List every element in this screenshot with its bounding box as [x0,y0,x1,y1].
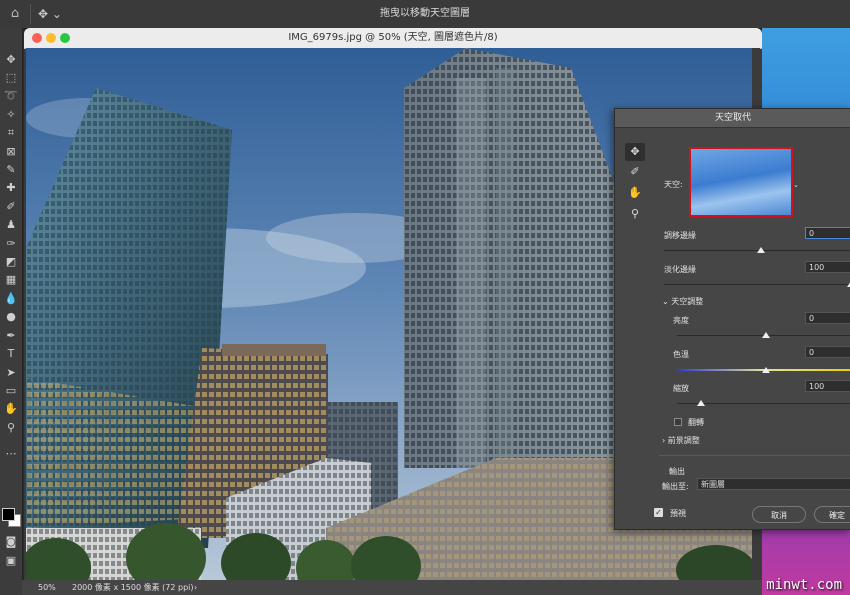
screen-mode-icon[interactable]: ▣ [3,553,19,569]
temperature-label: 色溫 [673,350,689,359]
fade-edge-input[interactable]: 100 [805,261,850,273]
tools-panel: ✥ ⬚ ➰ ✧ ⌗ ⊠ ✎ ✚ ✐ ♟ ✑ ◩ ▦ 💧 ● ✒ T ➤ ▭ ✋ … [0,28,23,595]
fade-edge-slider[interactable] [664,284,850,285]
flip-checkbox[interactable] [674,418,682,426]
flip-label: 翻轉 [688,418,704,427]
blur-icon[interactable]: 💧 [3,291,19,307]
chevron-right-icon: › [662,436,666,445]
fade-edge-label: 淡化邊緣 [664,265,696,274]
crop-icon[interactable]: ⌗ [3,125,19,141]
move-icon[interactable]: ✥ [3,52,19,68]
dialog-title: 天空取代 [615,109,850,128]
lasso-icon[interactable]: ➰ [3,88,19,104]
type-icon[interactable]: T [3,346,19,362]
healing-icon[interactable]: ✚ [3,180,19,196]
drag-hint-text: 拖曳以移動天空圖層 [380,8,470,19]
chevron-down-icon[interactable]: ⌄ [793,181,799,189]
magic-wand-icon[interactable]: ✧ [3,107,19,123]
output-label: 輸出 [669,467,685,476]
eyedropper-icon[interactable]: ✎ [3,162,19,178]
zoom-icon[interactable]: ⚲ [3,420,19,436]
gradient-icon[interactable]: ▦ [3,272,19,288]
document-titlebar: IMG_6979s.jpg @ 50% (天空, 圖層遮色片/8) [24,28,762,49]
brightness-label: 亮度 [673,316,689,325]
stamp-icon[interactable]: ♟ [3,217,19,233]
sky-brush-icon[interactable]: ✐ [625,163,645,181]
sky-adjust-header[interactable]: ⌄ 天空調整 [662,296,703,307]
watermark: minwt.com [766,577,842,593]
path-select-icon[interactable]: ➤ [3,365,19,381]
zoom-icon[interactable]: ⚲ [625,205,645,223]
shift-edge-slider-thumb[interactable] [757,247,765,253]
foreground-adjust-header[interactable]: › 前景調整 [662,435,700,446]
shift-edge-label: 調移邊緣 [664,231,696,240]
chevron-right-icon[interactable]: › [194,580,197,595]
sky-preset-thumbnail[interactable] [689,147,793,217]
eraser-icon[interactable]: ◩ [3,254,19,270]
sky-adjust-label: 天空調整 [671,297,704,306]
more-tools-icon[interactable]: ⋯ [3,446,19,462]
options-bar: ⌂ ✥ ⌄ 拖曳以移動天空圖層 [0,0,850,29]
document-dimensions: 2000 像素 x 1500 像素 (72 ppi) [72,583,194,592]
brightness-input[interactable]: 0 [805,312,850,324]
status-bar: 50% 2000 像素 x 1500 像素 (72 ppi) › [22,580,762,595]
brightness-slider-thumb[interactable] [762,332,770,338]
history-brush-icon[interactable]: ✑ [3,236,19,252]
rectangle-icon[interactable]: ▭ [3,383,19,399]
sky-replacement-dialog: 天空取代 ✥ ✐ ✋ ⚲ 天空: ⌄ 調移邊緣 0 淡化邊緣 100 ⌄ 天空調… [614,108,850,530]
foreground-adjust-label: 前景調整 [667,436,700,445]
preview-label: 預視 [670,509,686,518]
sky-label: 天空: [664,180,683,189]
preview-checkbox[interactable]: ✓ [654,508,663,517]
quick-mask-icon[interactable]: ◙ [3,534,19,550]
shift-edge-input[interactable]: 0 [805,227,850,239]
temperature-input[interactable]: 0 [805,346,850,358]
output-to-select[interactable]: 新圖層 [697,478,850,490]
hand-icon[interactable]: ✋ [625,184,645,202]
brush-icon[interactable]: ✐ [3,199,19,215]
cancel-button[interactable]: 取消 [752,506,806,523]
dodge-icon[interactable]: ● [3,309,19,325]
ok-button[interactable]: 確定 [814,506,850,523]
scale-label: 縮放 [673,384,689,393]
temperature-slider-thumb[interactable] [762,367,770,373]
quick-mask-icon[interactable] [3,506,19,522]
scale-slider-thumb[interactable] [697,400,705,406]
marquee-icon[interactable]: ⬚ [3,70,19,86]
pen-icon[interactable]: ✒ [3,328,19,344]
document-title: IMG_6979s.jpg @ 50% (天空, 圖層遮色片/8) [288,32,498,43]
output-to-label: 輸出至: [662,482,689,491]
frame-icon[interactable]: ⊠ [3,144,19,160]
scale-input[interactable]: 100 [805,380,850,392]
divider [659,455,850,456]
move-icon[interactable]: ✥ [625,143,645,161]
zoom-level[interactable]: 50% [38,580,56,595]
hand-icon[interactable]: ✋ [3,401,19,417]
chevron-down-icon: ⌄ [662,297,669,306]
